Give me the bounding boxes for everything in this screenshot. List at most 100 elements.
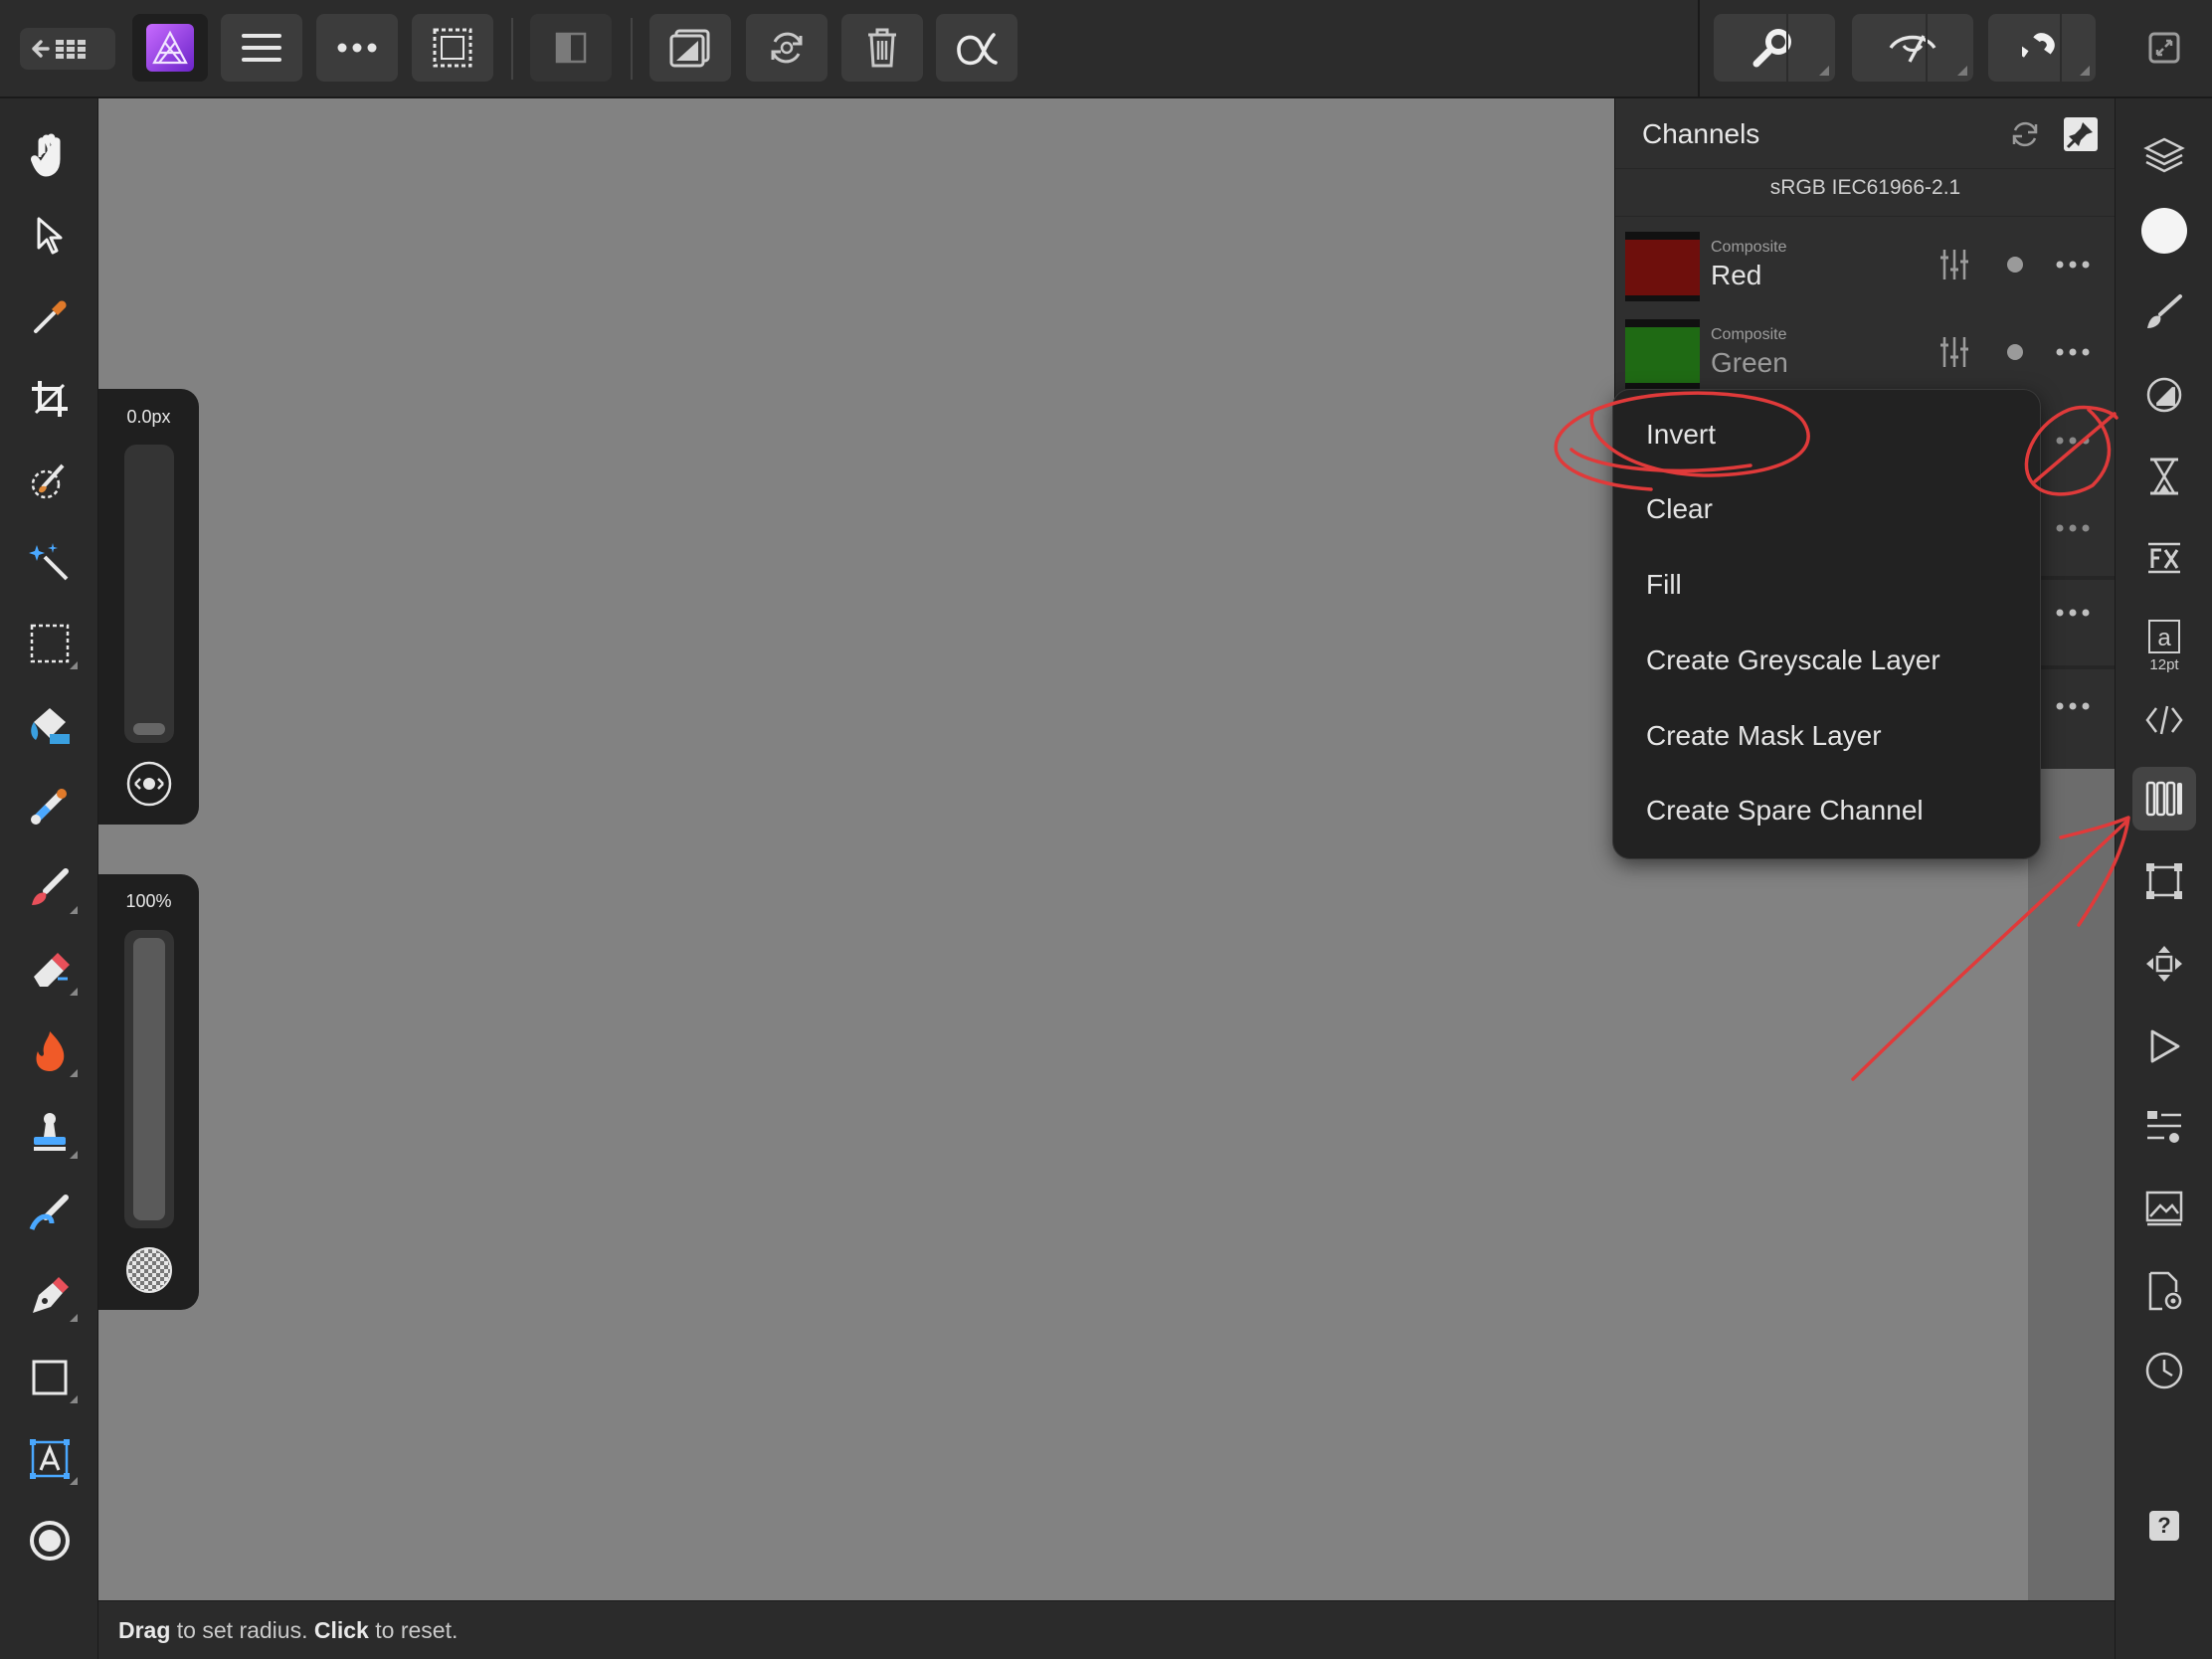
reset-button[interactable] bbox=[2003, 112, 2047, 156]
channel-more-button[interactable] bbox=[2053, 250, 2093, 279]
channel-adjust-button[interactable] bbox=[1939, 335, 1969, 374]
history-tab[interactable] bbox=[2132, 1339, 2196, 1402]
help-button[interactable]: ? bbox=[2132, 1494, 2196, 1558]
menu-item-invert[interactable]: Invert bbox=[1646, 419, 1716, 451]
color-tab[interactable] bbox=[2132, 199, 2196, 263]
svg-text:a: a bbox=[2157, 625, 2171, 651]
color-wheel-button[interactable] bbox=[20, 1511, 80, 1570]
brush-icon bbox=[2147, 294, 2182, 328]
pin-button[interactable] bbox=[2059, 112, 2103, 156]
history-icon bbox=[771, 32, 803, 64]
toolbar-divider bbox=[1786, 14, 1788, 82]
color-circle-icon bbox=[30, 1521, 70, 1561]
navigator-tab[interactable] bbox=[2132, 932, 2196, 996]
menu-item-create-greyscale-layer[interactable]: Create Greyscale Layer bbox=[1646, 645, 1940, 676]
more-icon bbox=[2056, 261, 2090, 269]
text-tool[interactable] bbox=[20, 1429, 80, 1489]
pen-tool[interactable] bbox=[20, 1266, 80, 1326]
erase-brush-tool[interactable] bbox=[20, 940, 80, 1000]
adjustments-tab[interactable] bbox=[2132, 363, 2196, 427]
burn-tool[interactable] bbox=[20, 1021, 80, 1081]
studio-tabs: a 12pt ? bbox=[2115, 98, 2212, 1659]
channel-name: Red bbox=[1711, 260, 1762, 290]
channel-visibility-dot[interactable] bbox=[2007, 344, 2023, 360]
more-icon bbox=[337, 43, 377, 53]
histogram-tab[interactable] bbox=[2132, 445, 2196, 508]
brush-width-fill bbox=[133, 723, 165, 735]
image-stack-icon bbox=[2145, 1191, 2183, 1226]
crop-tool[interactable] bbox=[20, 369, 80, 429]
effects-tab[interactable] bbox=[2132, 526, 2196, 590]
document-settings-tab[interactable] bbox=[2132, 1259, 2196, 1323]
channel-more-button[interactable] bbox=[2053, 337, 2093, 367]
eraser-icon bbox=[34, 953, 70, 987]
channels-tab[interactable] bbox=[2132, 767, 2196, 830]
tool-flyout-indicator bbox=[70, 988, 78, 996]
history-button[interactable] bbox=[746, 14, 828, 82]
smudge-tool[interactable] bbox=[20, 1185, 80, 1244]
menu-item-clear[interactable]: Clear bbox=[1646, 493, 1713, 525]
macro-tab[interactable] bbox=[2132, 1014, 2196, 1078]
paint-brush-tool[interactable] bbox=[20, 858, 80, 918]
channel-more-button[interactable] bbox=[2053, 691, 2093, 721]
tools-panel bbox=[0, 98, 98, 1659]
fill-tool[interactable] bbox=[20, 695, 80, 755]
view-tool[interactable] bbox=[20, 124, 80, 184]
fullscreen-button[interactable] bbox=[2134, 14, 2194, 82]
transform-tab[interactable] bbox=[2132, 849, 2196, 913]
brushes-tab[interactable] bbox=[2132, 280, 2196, 344]
menu-item-fill[interactable]: Fill bbox=[1646, 569, 1682, 601]
clock-icon bbox=[2145, 1352, 2183, 1389]
menu-item-create-mask-layer[interactable]: Create Mask Layer bbox=[1646, 720, 1882, 752]
alpha-button[interactable] bbox=[936, 14, 1017, 82]
help-glyph: ? bbox=[2157, 1513, 2171, 1538]
channel-adjust-button[interactable] bbox=[1939, 248, 1969, 286]
app-logo-button[interactable] bbox=[132, 14, 208, 82]
channel-thumbnail bbox=[1625, 319, 1700, 389]
channel-row-green[interactable]: Composite Green bbox=[1615, 309, 2116, 395]
move-tool[interactable] bbox=[20, 206, 80, 266]
channel-more-button[interactable] bbox=[2053, 513, 2093, 543]
color-picker-tool[interactable] bbox=[20, 287, 80, 347]
back-to-documents-button[interactable] bbox=[20, 28, 115, 70]
channel-row-red[interactable]: Composite Red bbox=[1615, 222, 2116, 307]
zoom-button[interactable] bbox=[1714, 14, 1835, 82]
channel-visibility-dot[interactable] bbox=[2007, 257, 2023, 273]
transparency-button[interactable] bbox=[124, 1245, 174, 1295]
rectangle-tool[interactable] bbox=[20, 1348, 80, 1407]
flood-select-tool[interactable] bbox=[20, 532, 80, 592]
sliders-icon bbox=[1940, 337, 1968, 367]
channel-more-button[interactable] bbox=[2053, 598, 2093, 628]
more-button[interactable] bbox=[316, 14, 398, 82]
code-tab[interactable] bbox=[2132, 688, 2196, 752]
snapping-button[interactable] bbox=[1988, 14, 2096, 82]
text-styles-tab[interactable]: a 12pt bbox=[2132, 606, 2196, 685]
more-icon bbox=[2056, 437, 2090, 445]
view-mode-button[interactable] bbox=[1852, 14, 1973, 82]
brush-width-slider[interactable] bbox=[124, 445, 174, 743]
zoom-icon bbox=[1752, 29, 1791, 68]
stamp-icon bbox=[34, 1113, 66, 1151]
clone-tool[interactable] bbox=[20, 1103, 80, 1163]
delete-button[interactable] bbox=[841, 14, 923, 82]
develop-persona-button[interactable] bbox=[649, 14, 731, 82]
sliders-icon bbox=[1940, 250, 1968, 279]
status-drag: Drag bbox=[118, 1616, 171, 1643]
library-tab[interactable] bbox=[2132, 1095, 2196, 1159]
layers-tab[interactable] bbox=[2132, 123, 2196, 187]
pressure-toggle-button[interactable] bbox=[124, 759, 174, 809]
affinity-photo-icon bbox=[146, 24, 194, 72]
channel-more-button[interactable] bbox=[2053, 426, 2093, 456]
selection-brush-tool[interactable] bbox=[20, 451, 80, 510]
brush-opacity-slider[interactable] bbox=[124, 930, 174, 1228]
channels-header: Channels bbox=[1615, 98, 2116, 168]
menu-button[interactable] bbox=[221, 14, 302, 82]
quick-mask-button[interactable] bbox=[530, 14, 612, 82]
selection-mode-button[interactable] bbox=[412, 14, 493, 82]
stock-tab[interactable] bbox=[2132, 1177, 2196, 1240]
menu-item-create-spare-channel[interactable]: Create Spare Channel bbox=[1646, 795, 1924, 827]
fx-icon bbox=[2148, 542, 2180, 574]
gradient-tool[interactable] bbox=[20, 777, 80, 836]
pin-icon bbox=[2064, 117, 2098, 151]
marquee-tool[interactable] bbox=[20, 614, 80, 673]
